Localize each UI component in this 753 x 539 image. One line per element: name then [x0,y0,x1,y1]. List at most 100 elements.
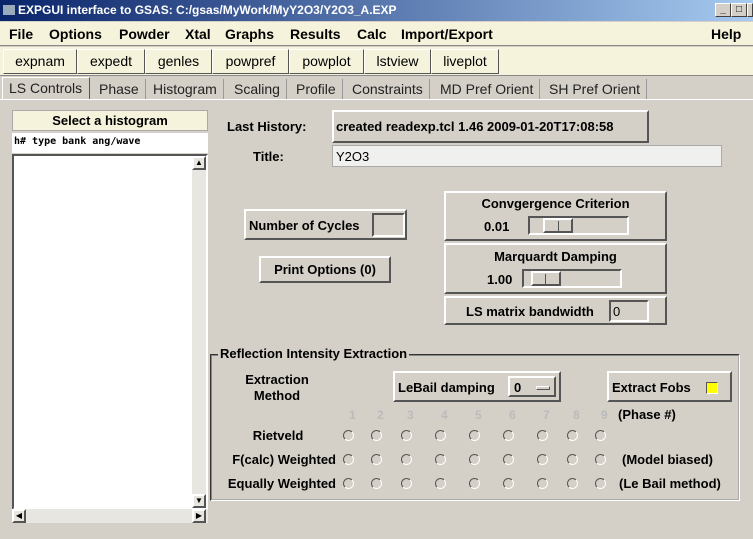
extract-fobs-frame[interactable]: Extract Fobs [607,371,732,402]
marquardt-slider-thumb[interactable] [530,271,561,286]
extraction-radio[interactable] [343,454,354,465]
phase-number: 8 [573,408,580,422]
extraction-radio[interactable] [567,454,578,465]
tab-md-pref-orient[interactable]: MD Pref Orient [434,79,541,100]
extraction-radio[interactable] [371,478,382,489]
lebail-damping-value: 0 [514,380,522,395]
menu-import-export[interactable]: Import/Export [401,26,493,42]
extraction-radio[interactable] [469,454,480,465]
print-options-button[interactable]: Print Options (0) [259,256,391,283]
powpref-button[interactable]: powpref [212,49,289,74]
scroll-left-icon[interactable]: ◀ [12,509,26,523]
maximize-button[interactable]: □ [731,3,747,17]
title-label: Title: [253,149,284,164]
phase-number-note: (Phase #) [618,407,676,422]
histogram-vertical-scrollbar[interactable]: ▲ ▼ [192,156,206,508]
extraction-row-label: Equally Weighted [227,476,336,491]
marquardt-label: Marquardt Damping [494,249,617,264]
menu-file[interactable]: File [9,26,33,42]
extraction-radio[interactable] [595,430,606,441]
window-title: EXPGUI interface to GSAS: C:/gsas/MyWork… [18,3,397,17]
extraction-row-note: (Le Bail method) [619,476,721,491]
bandwidth-input[interactable]: 0 [609,300,649,322]
toolbar: expnam expedt genles powpref powplot lst… [0,47,753,76]
extraction-radio[interactable] [371,430,382,441]
tab-constraints[interactable]: Constraints [346,79,430,100]
title-input[interactable]: Y2O3 [332,145,722,167]
scroll-up-icon[interactable]: ▲ [192,156,206,170]
extraction-radio[interactable] [503,430,514,441]
lebail-damping-select[interactable]: 0 [508,376,556,397]
extraction-radio[interactable] [537,430,548,441]
app-icon [3,5,15,15]
extraction-radio[interactable] [595,478,606,489]
extraction-radio[interactable] [401,430,412,441]
extraction-row-label: Rietveld [252,428,304,443]
last-history-label: Last History: [227,119,307,134]
powplot-button[interactable]: powplot [289,49,364,74]
genles-button[interactable]: genles [145,49,212,74]
extraction-row-note: (Model biased) [622,452,714,467]
extraction-radio[interactable] [469,430,480,441]
extraction-radio[interactable] [595,454,606,465]
histogram-column-header: h# type bank ang/wave [12,133,208,153]
extraction-radio[interactable] [537,478,548,489]
extraction-radio[interactable] [343,478,354,489]
extraction-radio[interactable] [567,478,578,489]
menu-graphs[interactable]: Graphs [225,26,274,42]
histogram-list[interactable] [12,154,208,510]
convergence-slider-thumb[interactable] [543,218,574,233]
tab-profile[interactable]: Profile [290,79,343,100]
marquardt-slider[interactable] [522,269,622,288]
extraction-radio[interactable] [371,454,382,465]
lstview-button[interactable]: lstview [364,49,431,74]
title-bar: EXPGUI interface to GSAS: C:/gsas/MyWork… [0,0,753,21]
histogram-horizontal-scrollbar[interactable]: ◀ ▶ [12,509,208,523]
extraction-radio[interactable] [435,478,446,489]
close-button[interactable] [747,3,753,17]
phase-number: 6 [509,408,516,422]
phase-number: 4 [441,408,448,422]
marquardt-value: 1.00 [487,272,513,287]
phase-number: 9 [601,408,608,422]
phase-number: 7 [543,408,550,422]
phase-number: 2 [377,408,384,422]
extract-fobs-checkbox[interactable] [706,382,718,394]
scroll-down-icon[interactable]: ▼ [192,494,206,508]
expedt-button[interactable]: expedt [77,49,145,74]
expnam-button[interactable]: expnam [3,49,77,74]
menu-powder[interactable]: Powder [119,26,170,42]
select-histogram-header: Select a histogram [12,110,208,131]
menu-xtal[interactable]: Xtal [185,26,211,42]
menu-options[interactable]: Options [49,26,102,42]
number-of-cycles-input[interactable] [372,213,405,237]
phase-number: 3 [407,408,414,422]
last-history-value: created readexp.tcl 1.46 2009-01-20T17:0… [332,110,649,143]
menu-calc[interactable]: Calc [357,26,387,42]
extraction-radio[interactable] [469,478,480,489]
extraction-radio[interactable] [435,430,446,441]
tab-phase[interactable]: Phase [93,79,146,100]
convergence-slider[interactable] [528,216,629,235]
liveplot-button[interactable]: liveplot [431,49,499,74]
extraction-radio[interactable] [567,430,578,441]
extraction-row-label: F(calc) Weighted [232,452,336,467]
minimize-button[interactable]: _ [715,3,731,17]
tab-sh-pref-orient[interactable]: SH Pref Orient [543,79,648,100]
extraction-radio[interactable] [435,454,446,465]
extraction-radio[interactable] [401,454,412,465]
menu-results[interactable]: Results [290,26,341,42]
tab-ls-controls[interactable]: LS Controls [2,77,90,100]
extraction-radio[interactable] [343,430,354,441]
extraction-radio[interactable] [401,478,412,489]
extraction-radio[interactable] [503,454,514,465]
lebail-damping-frame: LeBail damping 0 [393,371,561,402]
phase-number: 1 [349,408,356,422]
tab-histogram[interactable]: Histogram [147,79,224,100]
convergence-value: 0.01 [484,219,510,234]
menu-help[interactable]: Help [711,26,741,42]
scroll-right-icon[interactable]: ▶ [192,509,206,523]
extraction-radio[interactable] [537,454,548,465]
extraction-radio[interactable] [503,478,514,489]
tab-scaling[interactable]: Scaling [228,79,287,100]
